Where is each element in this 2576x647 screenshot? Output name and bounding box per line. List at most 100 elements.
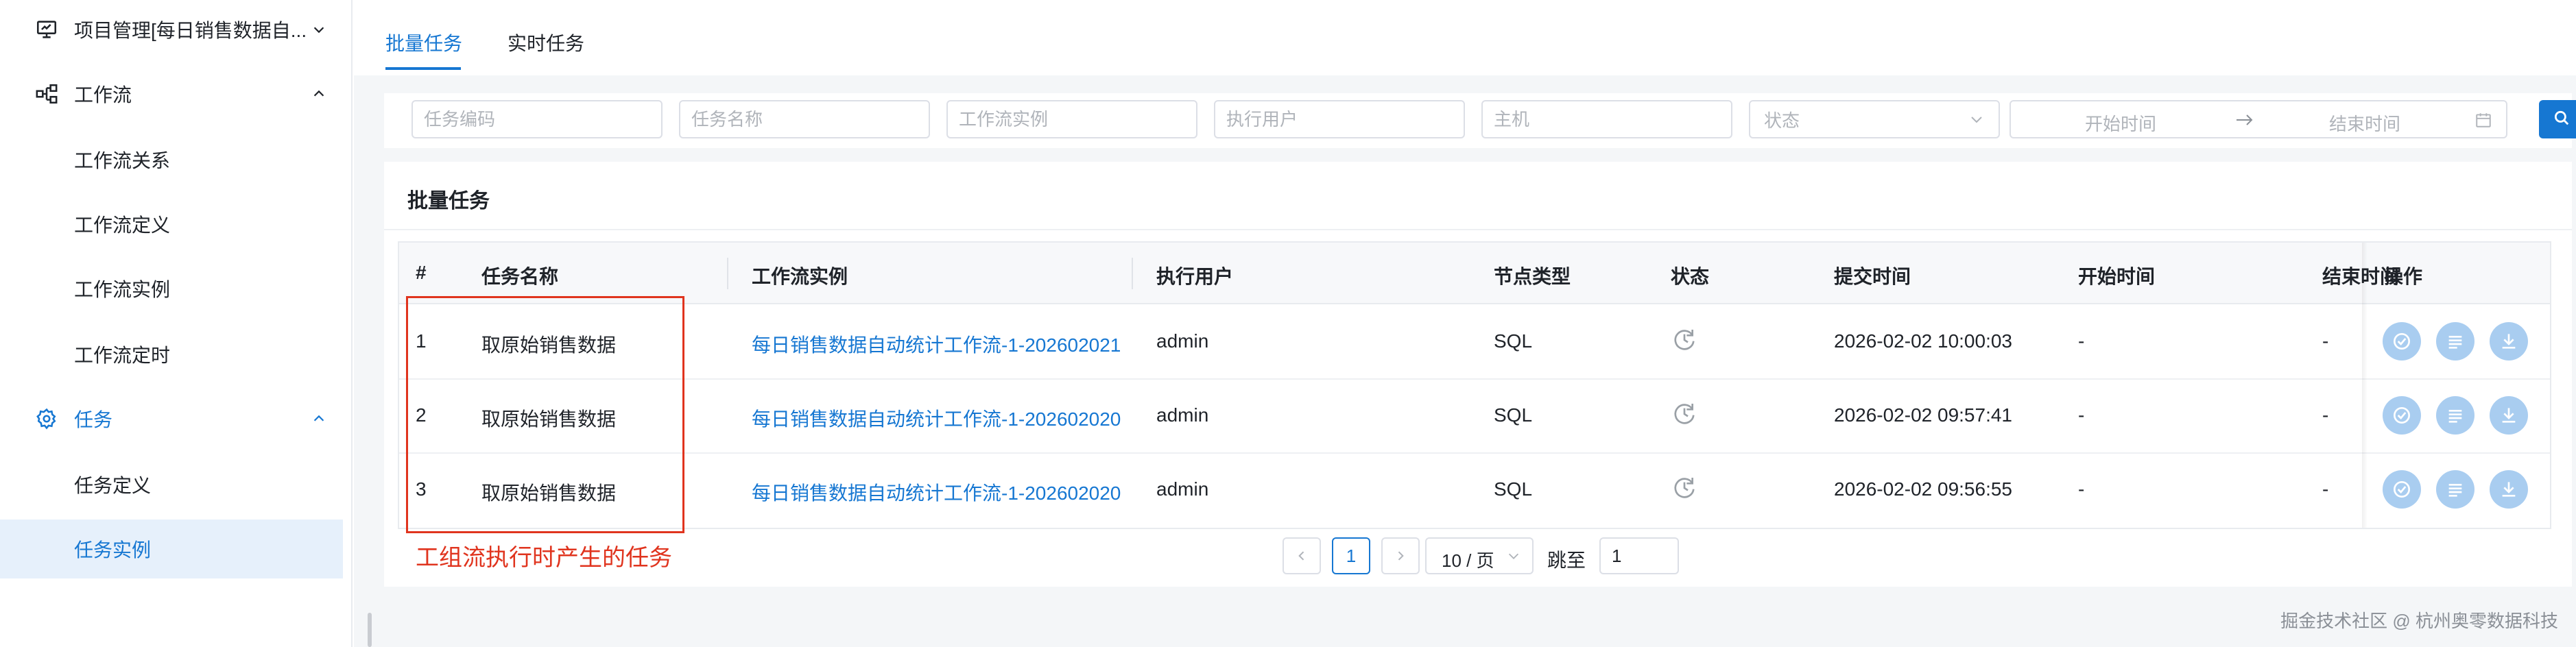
- table-row: 1 取原始销售数据 每日销售数据自动统计工作流-1-202602021 admi…: [399, 306, 2550, 380]
- sidebar-item-workflow-definition[interactable]: 工作流定义: [0, 195, 343, 254]
- end-time-placeholder: 结束时间: [2329, 114, 2401, 134]
- app-root: 项目管理[每日销售数据自... 工作流 工作流关系 工作流定义 工作流实例 工作…: [0, 0, 2576, 647]
- column-header-node-type: 节点类型: [1494, 266, 1571, 287]
- check-circle-icon[interactable]: [2383, 396, 2421, 435]
- sidebar-item-label: 工作流关系: [74, 150, 171, 171]
- download-icon[interactable]: [2490, 396, 2528, 435]
- list-log-icon[interactable]: [2436, 396, 2474, 435]
- sidebar-item-project[interactable]: 项目管理[每日销售数据自...: [0, 0, 343, 59]
- download-icon[interactable]: [2490, 322, 2528, 361]
- column-header-user: 执行用户: [1156, 266, 1234, 287]
- sidebar-item-workflow-relation[interactable]: 工作流关系: [0, 130, 343, 189]
- search-button[interactable]: [2539, 100, 2576, 138]
- main-content: 批量任务 实时任务 状态 开始时间 结束时间: [354, 0, 2576, 647]
- status-select-placeholder: 状态: [1764, 110, 1800, 131]
- watermark: 掘金技术社区 @ 杭州奥零数据科技: [2280, 611, 2558, 631]
- sidebar-item-workflow-schedule[interactable]: 工作流定时: [0, 325, 343, 384]
- page-size-value: 10 / 页: [1442, 550, 1494, 571]
- row-submit-time: 2026-02-02 10:00:03: [1834, 330, 2012, 352]
- list-log-icon[interactable]: [2436, 322, 2474, 361]
- clock-pending-icon: [1671, 400, 1698, 428]
- tab-realtime-tasks[interactable]: 实时任务: [508, 29, 584, 56]
- sidebar: 项目管理[每日销售数据自... 工作流 工作流关系 工作流定义 工作流实例 工作…: [0, 0, 353, 647]
- jump-page-input[interactable]: [1599, 537, 1679, 574]
- sidebar-item-label: 项目管理[每日销售数据自...: [74, 20, 307, 41]
- next-page-button[interactable]: [1381, 537, 1420, 574]
- row-user: admin: [1156, 404, 1209, 426]
- chevron-up-icon: [310, 410, 328, 428]
- sidebar-item-label: 任务实例: [74, 539, 152, 561]
- table-row: 3 取原始销售数据 每日销售数据自动统计工作流-1-202602020 admi…: [399, 454, 2550, 528]
- check-circle-icon[interactable]: [2383, 322, 2421, 361]
- sidebar-item-label: 工作流实例: [74, 279, 171, 300]
- sidebar-item-task-instance[interactable]: 任务实例: [0, 520, 343, 578]
- arrow-right-icon: [2234, 111, 2255, 129]
- chevron-down-icon: [310, 21, 328, 38]
- calendar-icon: [2474, 111, 2492, 129]
- workflow-instance-input[interactable]: [946, 100, 1197, 138]
- start-time-placeholder: 开始时间: [2085, 114, 2157, 134]
- row-start-time: -: [2078, 404, 2085, 426]
- row-node-type: SQL: [1494, 330, 1533, 352]
- row-end-time: -: [2322, 404, 2329, 426]
- row-index: 1: [416, 330, 427, 352]
- gear-icon: [33, 405, 60, 432]
- column-header-start-time: 开始时间: [2078, 266, 2156, 287]
- tabs-bar: 批量任务 实时任务: [354, 0, 2576, 75]
- workflow-icon: [33, 80, 60, 108]
- sidebar-item-label: 工作流定义: [74, 215, 171, 236]
- active-tab-indicator: [385, 67, 461, 70]
- column-header-actions: 操作: [2384, 266, 2423, 287]
- sidebar-item-workflow-instance[interactable]: 工作流实例: [0, 259, 343, 318]
- page-size-select[interactable]: 10 / 页: [1425, 537, 1534, 574]
- time-range-picker[interactable]: 开始时间 结束时间: [2009, 100, 2507, 138]
- row-workflow-instance-link[interactable]: 每日销售数据自动统计工作流-1-202602021: [752, 330, 1125, 358]
- fixed-column-shadow: [2362, 243, 2368, 528]
- row-workflow-instance-link[interactable]: 每日销售数据自动统计工作流-1-202602020: [752, 478, 1125, 506]
- check-circle-icon[interactable]: [2383, 470, 2421, 509]
- page-number-button[interactable]: 1: [1332, 537, 1370, 574]
- status-select[interactable]: 状态: [1749, 100, 2000, 138]
- jump-label: 跳至: [1547, 550, 1586, 571]
- download-icon[interactable]: [2490, 470, 2528, 509]
- task-code-input[interactable]: [412, 100, 663, 138]
- row-end-time: -: [2322, 330, 2329, 352]
- scrollbar-thumb[interactable]: [368, 613, 372, 647]
- row-user: admin: [1156, 330, 1209, 352]
- row-node-type: SQL: [1494, 478, 1533, 500]
- sidebar-item-task[interactable]: 任务: [0, 389, 343, 448]
- row-end-time: -: [2322, 478, 2329, 500]
- column-header-submit-time: 提交时间: [1834, 266, 1911, 287]
- tab-batch-tasks[interactable]: 批量任务: [385, 29, 462, 56]
- row-user: admin: [1156, 478, 1209, 500]
- divider: [384, 229, 2572, 230]
- row-submit-time: 2026-02-02 09:57:41: [1834, 404, 2012, 426]
- sidebar-item-label: 工作流: [74, 84, 132, 106]
- table-header: # 任务名称 工作流实例 执行用户 节点类型 状态 提交时间 开始时间 结束时间…: [399, 243, 2550, 304]
- task-table: # 任务名称 工作流实例 执行用户 节点类型 状态 提交时间 开始时间 结束时间…: [398, 241, 2551, 529]
- sidebar-item-workflow[interactable]: 工作流: [0, 64, 343, 123]
- list-log-icon[interactable]: [2436, 470, 2474, 509]
- row-task-name: 取原始销售数据: [481, 483, 617, 504]
- row-workflow-instance-link[interactable]: 每日销售数据自动统计工作流-1-202602020: [752, 404, 1125, 432]
- row-submit-time: 2026-02-02 09:56:55: [1834, 478, 2012, 500]
- chevron-down-icon: [1968, 111, 1986, 129]
- prev-page-button[interactable]: [1283, 537, 1321, 574]
- row-index: 3: [416, 478, 427, 500]
- task-name-input[interactable]: [679, 100, 930, 138]
- task-panel: 批量任务 # 任务名称 工作流实例 执行用户 节点类型 状态 提交时间 开始时间…: [384, 162, 2572, 587]
- column-separator: [1132, 258, 1133, 289]
- row-start-time: -: [2078, 330, 2085, 352]
- column-header-workflow-instance: 工作流实例: [752, 266, 848, 287]
- executor-input[interactable]: [1214, 100, 1465, 138]
- column-header-status: 状态: [1671, 266, 1710, 287]
- host-input[interactable]: [1481, 100, 1732, 138]
- clock-pending-icon: [1671, 474, 1698, 502]
- row-task-name: 取原始销售数据: [481, 334, 617, 356]
- row-node-type: SQL: [1494, 404, 1533, 426]
- annotation-text: 工组流执行时产生的任务: [416, 545, 672, 571]
- sidebar-item-task-definition[interactable]: 任务定义: [0, 455, 343, 514]
- search-icon: [2553, 109, 2571, 130]
- chevron-down-icon: [1506, 548, 1523, 565]
- row-index: 2: [416, 404, 427, 426]
